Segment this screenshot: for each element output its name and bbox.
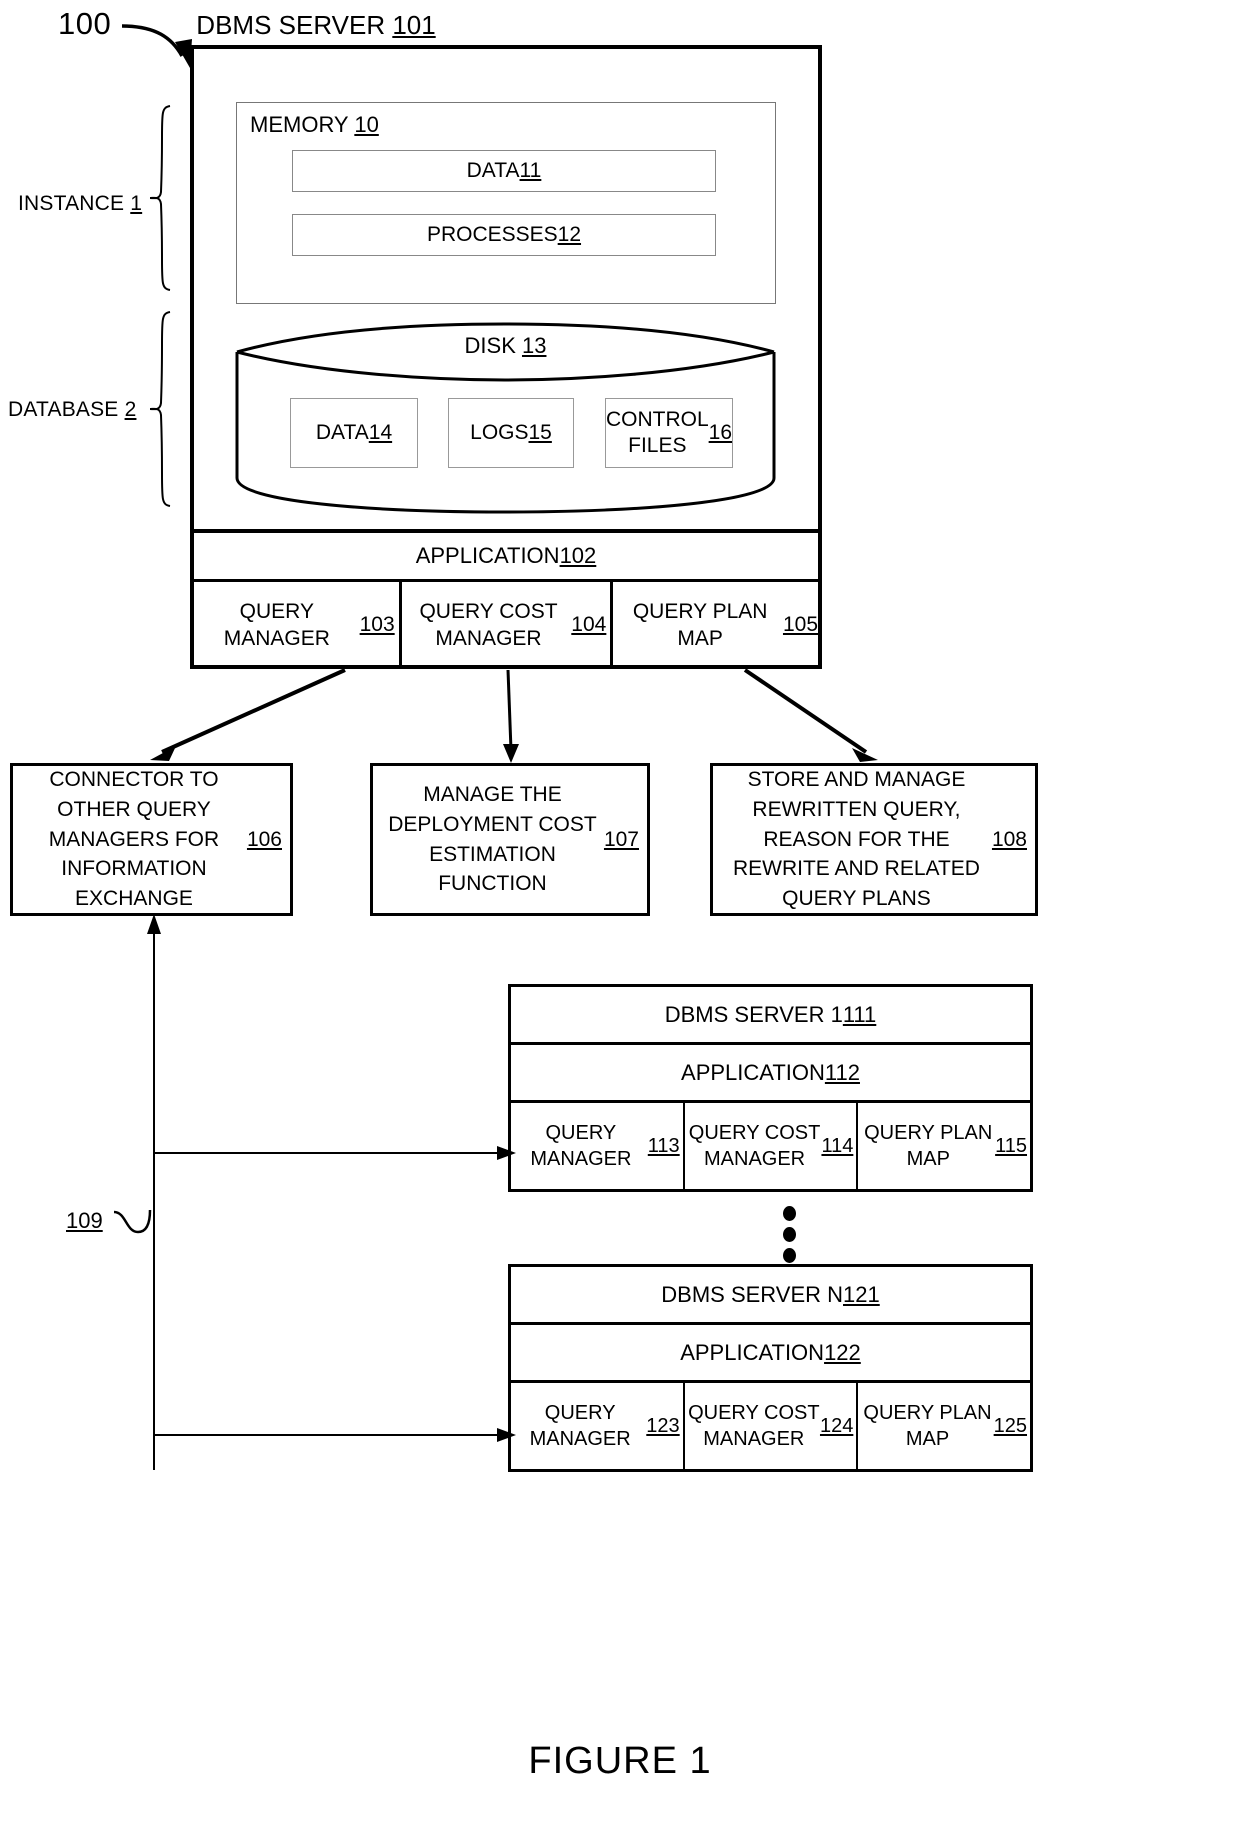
query-cost-manager-114-cell[interactable]: QUERY COST MANAGER 114 [685, 1103, 859, 1189]
reference-numeral: 113 [647, 1135, 680, 1157]
dbms-server-n-columns: QUERY MANAGER 123 QUERY COST MANAGER 124… [511, 1383, 1030, 1469]
reference-numeral: 103 [359, 613, 395, 637]
reference-numeral: 102 [559, 543, 597, 568]
reference-numeral: 15 [528, 421, 552, 444]
reference-numeral: 125 [993, 1415, 1028, 1437]
reference-numeral: 2 [124, 398, 137, 421]
instance-label: INSTANCE 1 [18, 192, 143, 215]
manager-row: QUERY MANAGER 103 QUERY COST MANAGER 104… [190, 579, 822, 669]
reference-numeral: 12 [557, 223, 582, 246]
reference-numeral: 121 [843, 1281, 880, 1307]
dbms-server-n-application: APPLICATION 122 [511, 1325, 1030, 1383]
disk-logs-block: LOGS 15 [448, 398, 574, 468]
dbms-server-1-box: DBMS SERVER 1 111 APPLICATION 112 QUERY … [508, 984, 1033, 1192]
database-brace-icon [149, 311, 171, 507]
memory-data-block: DATA 11 [292, 150, 716, 192]
reference-numeral: 14 [368, 421, 393, 444]
database-label: DATABASE 2 [8, 398, 137, 421]
action-box-107: MANAGE THE DEPLOYMENT COST ESTIMATION FU… [370, 763, 650, 916]
manager-to-action-arrows [150, 668, 878, 763]
query-manager-103-cell[interactable]: QUERY MANAGER 103 [190, 582, 402, 669]
reference-numeral: 115 [995, 1135, 1028, 1157]
reference-numeral: 108 [991, 827, 1027, 851]
reference-numeral: 123 [646, 1415, 680, 1437]
reference-numeral: 101 [392, 10, 436, 40]
dbms-server-1-application: APPLICATION 112 [511, 1045, 1030, 1103]
network-ref-number: 109 [66, 1208, 103, 1234]
reference-numeral: 124 [819, 1415, 854, 1437]
dbms-server-1-title: DBMS SERVER 1 111 [511, 987, 1030, 1045]
network-ref-number-text: 109 [66, 1208, 103, 1233]
reference-numeral: 1 [130, 192, 143, 215]
query-plan-map-125-cell[interactable]: QUERY PLAN MAP 125 [858, 1383, 1030, 1469]
reference-numeral: 122 [824, 1339, 861, 1365]
memory-title: MEMORY 10 [250, 112, 379, 137]
reference-numeral: 114 [821, 1135, 854, 1157]
network-109-connector [147, 914, 516, 1470]
query-manager-113-cell[interactable]: QUERY MANAGER 113 [511, 1103, 685, 1189]
disk-control-files-block: CONTROL FILES 16 [605, 398, 733, 468]
reference-numeral: 111 [842, 1001, 877, 1027]
disk-title: DISK 13 [464, 333, 547, 358]
figure-caption: FIGURE 1 [528, 1740, 712, 1782]
dbms-server-101-title: DBMS SERVER 101 [0, 10, 632, 41]
dbms-server-n-box: DBMS SERVER N 121 APPLICATION 122 QUERY … [508, 1264, 1033, 1472]
reference-numeral: 107 [603, 827, 639, 851]
instance-brace-icon [149, 105, 171, 291]
application-102-row: APPLICATION 102 [190, 529, 822, 579]
query-plan-map-105-cell[interactable]: QUERY PLAN MAP 105 [613, 582, 822, 669]
reference-numeral: 105 [782, 613, 819, 637]
reference-numeral: 106 [246, 827, 282, 851]
network-ref-squiggle-icon [113, 1209, 152, 1234]
reference-numeral: 112 [824, 1059, 860, 1085]
reference-numeral: 104 [571, 613, 607, 637]
query-manager-123-cell[interactable]: QUERY MANAGER 123 [511, 1383, 685, 1469]
disk-data-block: DATA 14 [290, 398, 418, 468]
reference-numeral: 16 [708, 421, 732, 445]
dbms-server-n-title: DBMS SERVER N 121 [511, 1267, 1030, 1325]
query-cost-manager-104-cell[interactable]: QUERY COST MANAGER 104 [402, 582, 614, 669]
action-box-106: CONNECTOR TO OTHER QUERY MANAGERS FOR IN… [10, 763, 293, 916]
reference-numeral: 11 [519, 159, 542, 182]
reference-numeral: 10 [354, 112, 379, 137]
dbms-server-101-title-text: DBMS SERVER 101 [196, 10, 436, 40]
reference-numeral: 13 [521, 333, 547, 358]
dbms-server-1-columns: QUERY MANAGER 113 QUERY COST MANAGER 114… [511, 1103, 1030, 1189]
vertical-ellipsis-icon [778, 1206, 800, 1263]
query-cost-manager-124-cell[interactable]: QUERY COST MANAGER 124 [685, 1383, 859, 1469]
action-box-108: STORE AND MANAGE REWRITTEN QUERY, REASON… [710, 763, 1038, 916]
memory-processes-block: PROCESSES 12 [292, 214, 716, 256]
query-plan-map-115-cell[interactable]: QUERY PLAN MAP 115 [858, 1103, 1030, 1189]
